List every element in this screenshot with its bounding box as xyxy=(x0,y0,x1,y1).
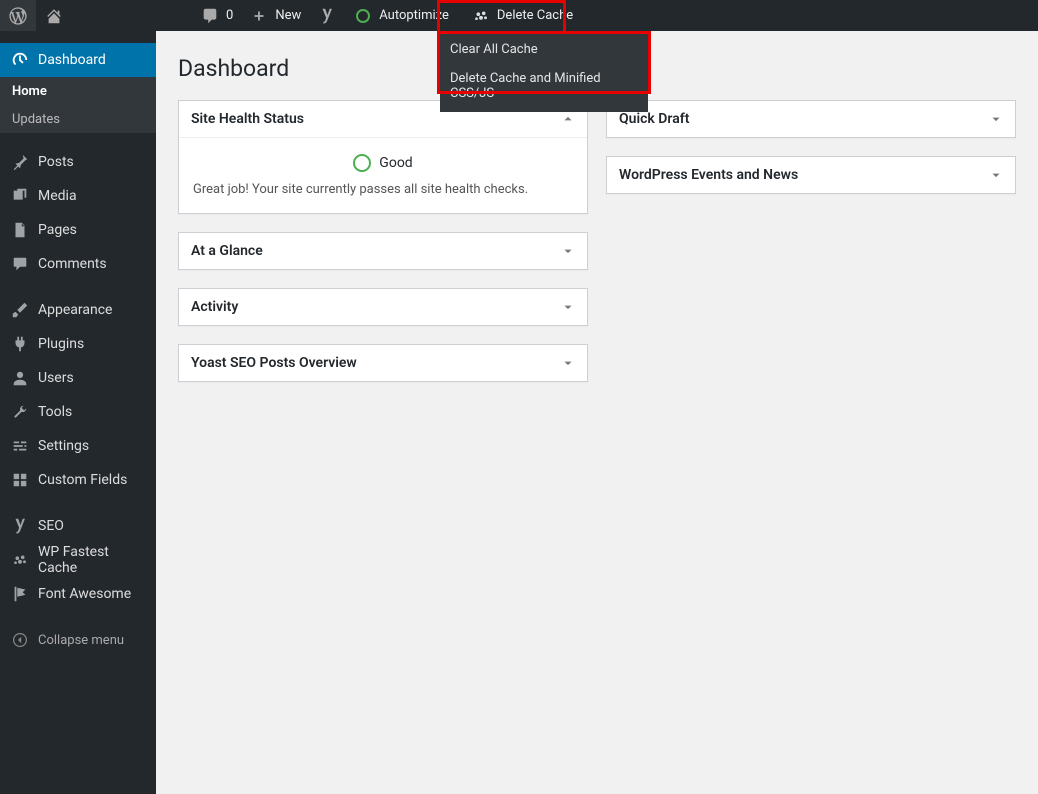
delete-cache-dropdown: Clear All Cache Delete Cache and Minifie… xyxy=(440,31,648,112)
wp-logo-menu[interactable] xyxy=(0,0,36,31)
sidebar-item-appearance[interactable]: Appearance xyxy=(0,293,156,327)
comments-count: 0 xyxy=(226,8,233,23)
page-icon xyxy=(10,220,30,240)
toolbar-autoptimize[interactable]: Autoptimize xyxy=(345,0,457,31)
sidebar-item-posts[interactable]: Posts xyxy=(0,145,156,179)
wrench-icon xyxy=(10,402,30,422)
sidebar-item-font-awesome[interactable]: Font Awesome xyxy=(0,577,156,611)
flag-icon xyxy=(10,584,30,604)
autoptimize-status-icon xyxy=(353,6,373,26)
toolbar-yoast[interactable] xyxy=(309,0,345,31)
dashboard-col-right: Quick Draft WordPress Events and News xyxy=(606,100,1016,382)
chevron-down-icon xyxy=(561,300,575,314)
sidebar-posts-label: Posts xyxy=(38,154,74,170)
collapse-arrow-icon xyxy=(10,630,30,650)
dropdown-clear-all-cache[interactable]: Clear All Cache xyxy=(440,35,648,64)
sidebar-comments-label: Comments xyxy=(38,256,107,272)
sidebar-item-plugins[interactable]: Plugins xyxy=(0,327,156,361)
toolbar-comments[interactable]: 0 xyxy=(192,0,241,31)
health-status-label: Good xyxy=(379,155,412,171)
widget-activity-header[interactable]: Activity xyxy=(179,289,587,325)
wordpress-logo-icon xyxy=(8,6,28,26)
sidebar-item-users[interactable]: Users xyxy=(0,361,156,395)
sidebar-sub-updates[interactable]: Updates xyxy=(0,105,156,133)
comment-icon xyxy=(200,6,220,26)
toolbar-delete-cache[interactable]: Delete Cache xyxy=(457,0,581,31)
sidebar-item-wpfc[interactable]: WP Fastest Cache xyxy=(0,543,156,577)
page-body: Dashboard Site Health Status Good Great … xyxy=(156,31,1038,794)
wpfc-cheetah-icon xyxy=(471,6,491,26)
user-icon xyxy=(10,368,30,388)
sidebar-item-tools[interactable]: Tools xyxy=(0,395,156,429)
sidebar-font-awesome-label: Font Awesome xyxy=(38,586,131,602)
sidebar-item-settings[interactable]: Settings xyxy=(0,429,156,463)
widget-at-a-glance: At a Glance xyxy=(178,232,588,270)
sidebar-media-label: Media xyxy=(38,188,77,204)
widget-quick-draft-title: Quick Draft xyxy=(619,111,689,127)
widget-yoast-posts: Yoast SEO Posts Overview xyxy=(178,344,588,382)
wpfc-sidebar-icon xyxy=(10,550,30,570)
chevron-up-icon xyxy=(561,112,575,126)
widget-wp-news-title: WordPress Events and News xyxy=(619,167,798,183)
sidebar-item-media[interactable]: Media xyxy=(0,179,156,213)
sidebar-plugins-label: Plugins xyxy=(38,336,84,352)
sidebar-seo-label: SEO xyxy=(38,518,64,534)
chevron-down-icon xyxy=(989,112,1003,126)
yoast-sidebar-icon xyxy=(10,516,30,536)
sidebar-pages-label: Pages xyxy=(38,222,77,238)
widget-activity: Activity xyxy=(178,288,588,326)
comments-icon xyxy=(10,254,30,274)
sidebar-appearance-label: Appearance xyxy=(38,302,112,318)
widget-site-health: Site Health Status Good Great job! Your … xyxy=(178,100,588,214)
sidebar-collapse-menu[interactable]: Collapse menu xyxy=(0,623,156,657)
pin-icon xyxy=(10,152,30,172)
brush-icon xyxy=(10,300,30,320)
health-message: Great job! Your site currently passes al… xyxy=(193,182,573,197)
dashboard-col-left: Site Health Status Good Great job! Your … xyxy=(178,100,588,382)
chevron-down-icon xyxy=(561,244,575,258)
yoast-icon xyxy=(317,6,337,26)
autoptimize-label: Autoptimize xyxy=(379,8,449,23)
sidebar-item-comments[interactable]: Comments xyxy=(0,247,156,281)
widget-quick-draft: Quick Draft xyxy=(606,100,1016,138)
sidebar-dashboard-label: Dashboard xyxy=(38,52,106,68)
widget-yoast-posts-header[interactable]: Yoast SEO Posts Overview xyxy=(179,345,587,381)
sidebar-item-pages[interactable]: Pages xyxy=(0,213,156,247)
widget-wp-news: WordPress Events and News xyxy=(606,156,1016,194)
health-good-indicator-icon xyxy=(353,154,371,172)
widget-at-a-glance-header[interactable]: At a Glance xyxy=(179,233,587,269)
widget-yoast-posts-title: Yoast SEO Posts Overview xyxy=(191,355,357,371)
widget-wp-news-header[interactable]: WordPress Events and News xyxy=(607,157,1015,193)
home-icon xyxy=(44,6,64,26)
dashboard-icon xyxy=(10,50,30,70)
plus-icon xyxy=(249,6,269,26)
sidebar-item-seo[interactable]: SEO xyxy=(0,509,156,543)
sidebar-users-label: Users xyxy=(38,370,74,386)
new-label: New xyxy=(275,8,301,23)
admin-toolbar: 0 New Autoptimize Delete Cache xyxy=(0,0,1038,31)
sidebar-item-custom-fields[interactable]: Custom Fields xyxy=(0,463,156,497)
widget-activity-title: Activity xyxy=(191,299,238,315)
grid-icon xyxy=(10,470,30,490)
sidebar-collapse-label: Collapse menu xyxy=(38,633,124,648)
sidebar-custom-fields-label: Custom Fields xyxy=(38,472,127,488)
widget-site-health-title: Site Health Status xyxy=(191,111,304,127)
sidebar-sub-home[interactable]: Home xyxy=(0,77,156,105)
sidebar-item-dashboard[interactable]: Dashboard xyxy=(0,43,156,77)
plug-icon xyxy=(10,334,30,354)
admin-sidebar: Dashboard Home Updates Posts Media Pages… xyxy=(0,31,156,794)
sidebar-wpfc-label: WP Fastest Cache xyxy=(38,544,146,576)
toolbar-new[interactable]: New xyxy=(241,0,309,31)
delete-cache-label: Delete Cache xyxy=(497,8,573,23)
sidebar-tools-label: Tools xyxy=(38,404,72,420)
dropdown-delete-cache-minified[interactable]: Delete Cache and Minified CSS/JS xyxy=(440,64,648,108)
sidebar-settings-label: Settings xyxy=(38,438,89,454)
chevron-down-icon xyxy=(989,168,1003,182)
media-icon xyxy=(10,186,30,206)
chevron-down-icon xyxy=(561,356,575,370)
sliders-icon xyxy=(10,436,30,456)
site-home-link[interactable] xyxy=(36,0,72,31)
widget-at-a-glance-title: At a Glance xyxy=(191,243,263,259)
widget-quick-draft-header[interactable]: Quick Draft xyxy=(607,101,1015,137)
